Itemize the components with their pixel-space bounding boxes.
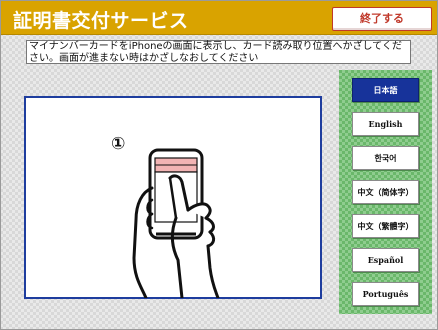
language-panel: 日本語 English 한국어 中文（简体字） 中文（繁體字） Español … [339,70,432,314]
illustration-panel: ① [24,96,322,299]
header-bar: 証明書交付サービス 終了する [1,1,437,35]
hand-holding-phone-illustration [132,148,220,298]
end-button[interactable]: 終了する [332,7,432,31]
language-button-spanish[interactable]: Español [352,248,419,272]
instruction-line-2: さい。画面が進まない時はかざしなおしてください [29,53,259,64]
language-button-chinese-simplified[interactable]: 中文（简体字） [352,180,419,204]
instruction-box: マイナンバーカードをiPhoneの画面に表示し、カード読み取り位置へかざしてくだ… [26,40,411,64]
language-button-chinese-traditional[interactable]: 中文（繁體字） [352,214,419,238]
instruction-line-1: マイナンバーカードをiPhoneの画面に表示し、カード読み取り位置へかざしてくだ [29,41,402,52]
page-title: 証明書交付サービス [13,10,189,32]
language-button-japanese[interactable]: 日本語 [352,78,419,102]
language-button-korean[interactable]: 한국어 [352,146,419,170]
language-button-portuguese[interactable]: Português [352,282,419,306]
language-button-english[interactable]: English [352,112,419,136]
